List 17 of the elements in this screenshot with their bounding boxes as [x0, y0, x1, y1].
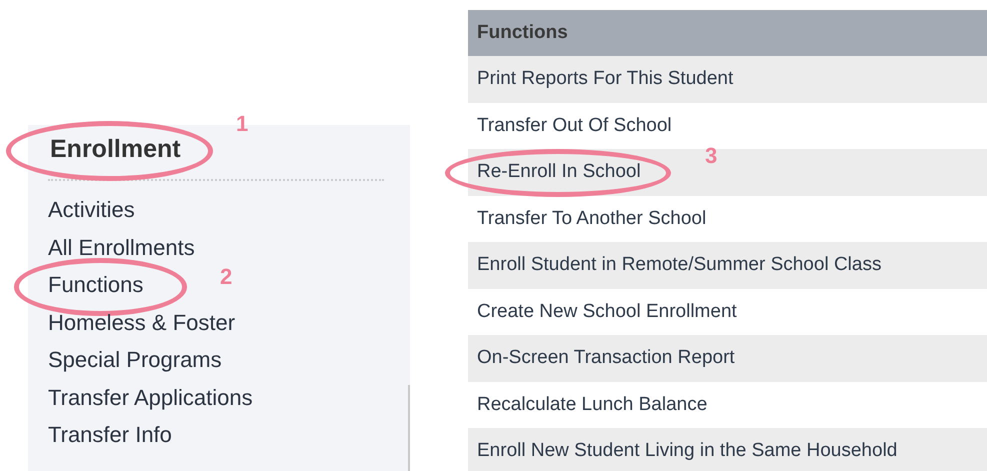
function-link[interactable]: Create New School Enrollment [477, 300, 737, 323]
callout-number: 2 [220, 266, 232, 288]
table-header: Functions [468, 10, 987, 56]
callout-number: 3 [705, 145, 718, 167]
function-link[interactable]: Transfer Out Of School [477, 114, 672, 137]
sidebar-item[interactable]: Homeless & Foster [48, 310, 236, 334]
function-link[interactable]: Transfer To Another School [477, 208, 706, 230]
callout-number: 1 [236, 113, 248, 135]
sidebar-title: Enrollment [50, 135, 181, 163]
function-link[interactable]: Re-Enroll In School [477, 161, 641, 182]
sidebar-item[interactable]: Activities [48, 197, 135, 222]
sidebar-item[interactable]: All Enrollments [48, 234, 195, 260]
sidebar-item[interactable]: Transfer Applications [48, 384, 253, 410]
sidebar-item[interactable]: Special Programs [48, 347, 222, 372]
sidebar-item[interactable]: Functions [48, 272, 144, 297]
function-link[interactable]: Recalculate Lunch Balance [477, 394, 708, 416]
sidebar-item[interactable]: Transfer Info [48, 422, 172, 447]
